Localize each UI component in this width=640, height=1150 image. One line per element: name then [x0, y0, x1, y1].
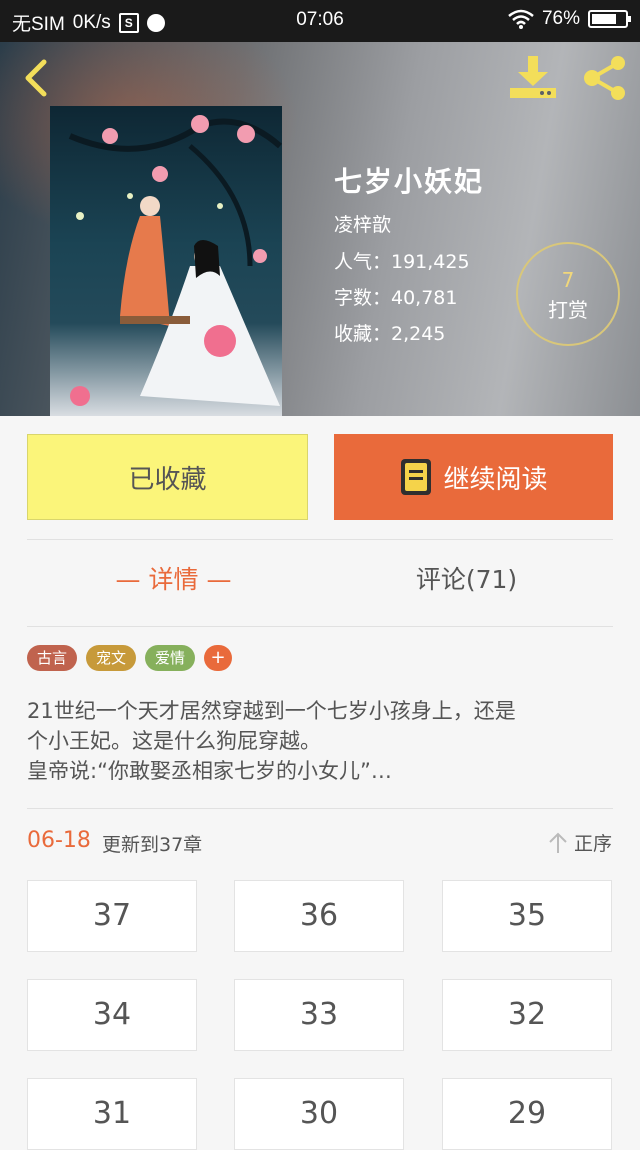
- update-date: 06-18: [27, 828, 91, 853]
- book-title: 七岁小妖妃: [334, 165, 485, 198]
- share-button[interactable]: [580, 54, 630, 102]
- chapter-button[interactable]: 34: [27, 979, 197, 1051]
- chapter-button[interactable]: 30: [234, 1078, 404, 1150]
- battery-icon: [588, 10, 631, 28]
- chapter-button[interactable]: 32: [442, 979, 612, 1051]
- chevron-left-icon: [25, 59, 47, 97]
- battery-percent: 76%: [541, 8, 580, 29]
- description-line: 21世纪一个天才居然穿越到一个七岁小孩身上，还是: [27, 699, 516, 723]
- download-button[interactable]: [506, 54, 560, 102]
- update-text: 更新到37章: [102, 834, 203, 856]
- download-icon: [510, 56, 556, 98]
- book-icon: [401, 459, 432, 495]
- reward-count: 7: [561, 268, 575, 292]
- chapter-button[interactable]: 33: [234, 979, 404, 1051]
- tag-item[interactable]: 宠文: [86, 645, 137, 671]
- reward-button[interactable]: 7 打赏: [516, 242, 620, 346]
- book-author[interactable]: 凌梓歆: [334, 210, 484, 237]
- cover-illustration: [68, 115, 282, 406]
- tag-item[interactable]: 爱情: [145, 645, 196, 671]
- divider: [27, 539, 613, 540]
- collected-button[interactable]: 已收藏: [27, 434, 308, 520]
- divider: [27, 626, 613, 627]
- reward-label: 打赏: [548, 298, 588, 322]
- word-count: 字数：40,781: [334, 287, 458, 309]
- add-tag-button[interactable]: +: [204, 645, 233, 671]
- description-line: 皇帝说:“你敢娶丞相家七岁的小女儿”…: [27, 759, 392, 783]
- back-button[interactable]: [18, 56, 58, 100]
- status-bar: 无SIM 0K/s S 07:06 76%: [0, 0, 640, 42]
- continue-reading-label: 继续阅读: [443, 464, 548, 495]
- book-info: 七岁小妖妃 凌梓歆 人气：191,425 字数：40,781 收藏：2,245: [334, 160, 484, 355]
- tag-list: 古言 宠文 爱情 +: [27, 645, 233, 671]
- chapter-button[interactable]: 31: [27, 1078, 197, 1150]
- sort-order-label: 正序: [573, 833, 612, 855]
- popularity: 人气：191,425: [334, 251, 470, 273]
- chapter-button[interactable]: 35: [442, 880, 612, 952]
- tab-comments[interactable]: 评论(71): [320, 560, 613, 596]
- tag-item[interactable]: 古言: [27, 645, 78, 671]
- tab-detail[interactable]: — 详情 —: [27, 560, 320, 596]
- arrow-up-icon: [549, 832, 567, 853]
- description-line: 个小王妃。这是什么狗屁穿越。: [27, 729, 321, 753]
- chapter-button[interactable]: 36: [234, 880, 404, 952]
- chapter-button[interactable]: 37: [27, 880, 197, 952]
- sort-order-button[interactable]: 正序: [548, 829, 612, 856]
- share-icon: [584, 56, 625, 100]
- book-cover[interactable]: [50, 106, 282, 416]
- book-description[interactable]: 21世纪一个天才居然穿越到一个七岁小孩身上，还是 个小王妃。这是什么狗屁穿越。 …: [27, 696, 613, 786]
- chapter-button[interactable]: 29: [442, 1078, 612, 1150]
- continue-reading-button[interactable]: 继续阅读: [334, 434, 613, 520]
- book-header: 七岁小妖妃 凌梓歆 人气：191,425 字数：40,781 收藏：2,245 …: [0, 42, 640, 416]
- favorites-count: 收藏：2,245: [334, 323, 446, 345]
- collected-label: 已收藏: [128, 464, 207, 495]
- wifi-icon: [508, 9, 534, 29]
- divider: [27, 808, 613, 809]
